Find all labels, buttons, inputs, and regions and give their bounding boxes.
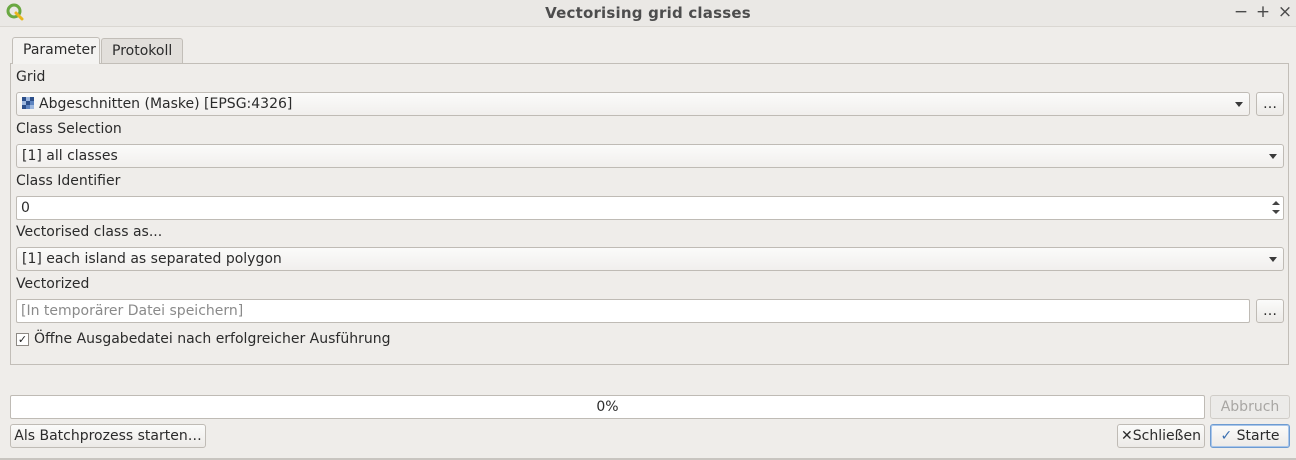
cancel-button[interactable]: Abbruch [1210,395,1290,419]
batch-process-button[interactable]: Als Batchprozess starten… [10,424,206,448]
close-button[interactable]: ✕Schließen [1117,424,1205,448]
class-identifier-spinbox[interactable]: 0 [16,196,1284,220]
open-output-label: Öffne Ausgabedatei nach erfolgreicher Au… [34,331,391,347]
grid-combobox[interactable]: Abgeschnitten (Maske) [EPSG:4326] [16,92,1250,116]
spin-up-icon[interactable] [1272,201,1280,205]
maximize-icon[interactable]: + [1253,2,1273,22]
run-button[interactable]: ✓ Starte [1210,424,1290,448]
vectorised-as-combobox[interactable]: [1] each island as separated polygon [16,247,1284,271]
chevron-down-icon [1269,154,1277,159]
grid-label: Grid [16,69,46,85]
class-identifier-value: 0 [21,200,30,216]
chevron-down-icon [1269,257,1277,262]
close-window-icon[interactable]: × [1275,2,1295,22]
class-selection-combobox[interactable]: [1] all classes [16,144,1284,168]
chevron-down-icon [1235,102,1243,107]
grid-combobox-value: Abgeschnitten (Maske) [EPSG:4326] [39,96,293,112]
progress-bar: 0% [10,395,1205,419]
tab-protokoll[interactable]: Protokoll [101,38,183,63]
close-button-label: Schließen [1132,428,1201,444]
class-selection-label: Class Selection [16,121,122,137]
open-output-checkbox[interactable]: ✓ [16,333,29,346]
vectorized-placeholder: [In temporärer Datei speichern] [21,303,244,319]
class-identifier-label: Class Identifier [16,173,121,189]
close-icon: ✕ [1121,428,1133,444]
vectorised-as-value: [1] each island as separated polygon [22,251,282,267]
class-selection-value: [1] all classes [22,148,118,164]
raster-layer-icon [22,97,34,109]
dialog-window: Vectorising grid classes − + × Parameter… [0,0,1296,460]
run-button-label: Starte [1236,428,1280,444]
vectorized-output-field[interactable]: [In temporärer Datei speichern] [16,299,1250,323]
check-icon: ✓ [1220,428,1233,444]
minimize-icon[interactable]: − [1231,2,1251,22]
vectorized-browse-button[interactable]: … [1256,299,1284,323]
grid-browse-button[interactable]: … [1256,92,1284,116]
vectorised-as-label: Vectorised class as... [16,224,163,240]
spinbox-arrows[interactable] [1270,198,1282,218]
progress-text: 0% [596,399,619,415]
tab-parameter[interactable]: Parameter [12,37,100,64]
title-bar: Vectorising grid classes − + × [0,0,1296,27]
vectorized-label: Vectorized [16,276,90,292]
window-title: Vectorising grid classes [545,4,751,22]
spin-down-icon[interactable] [1272,210,1280,214]
